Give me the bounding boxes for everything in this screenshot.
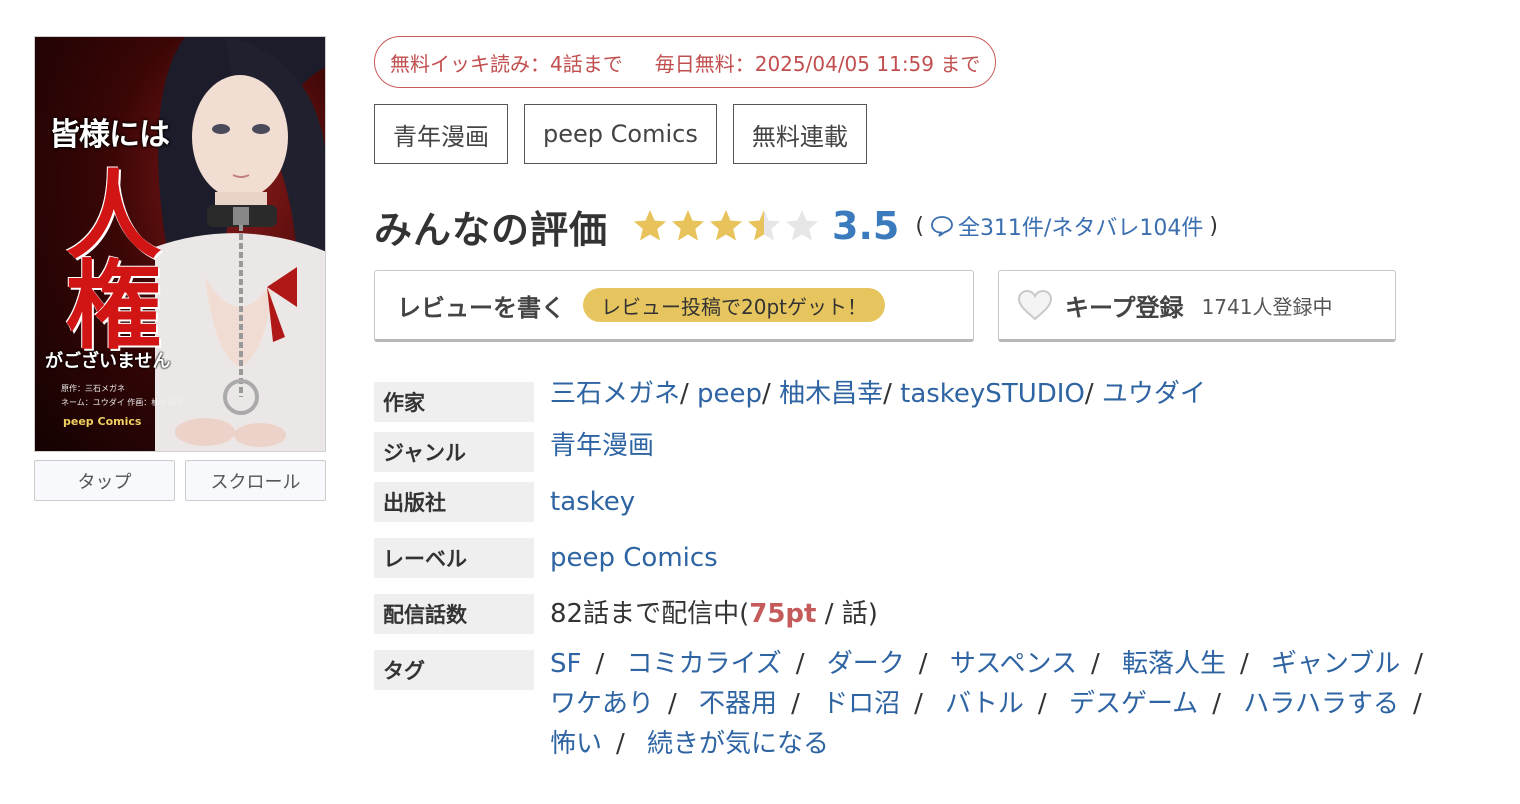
review-count-link[interactable]: 全311件/ネタバレ104件 <box>930 210 1203 242</box>
free-reading-badge: 無料イッキ読み：4話まで 毎日無料：2025/04/05 11:59 まで <box>374 36 997 88</box>
episodes-prefix: 82話まで配信中( <box>550 599 750 629</box>
info-key-label: レーベル <box>374 538 534 578</box>
tag-link[interactable]: ワケあり <box>550 689 654 719</box>
genre-value: 青年漫画 <box>550 426 654 472</box>
keep-button[interactable]: キープ登録 1741人登録中 <box>998 270 1396 342</box>
tag-separator: / <box>616 729 625 759</box>
tag-separator: / <box>1090 649 1100 679</box>
tag-separator: / <box>1037 689 1047 719</box>
daily-free-text: 毎日無料：2025/04/05 11:59 まで <box>654 51 981 76</box>
tag-link[interactable]: バトル <box>945 689 1024 719</box>
heart-icon <box>1017 289 1053 321</box>
info-row-episodes: 配信話数 82話まで配信中(75pt / 話) <box>374 594 1474 634</box>
keep-count: 1741人登録中 <box>1201 294 1333 319</box>
star-icon <box>748 210 781 241</box>
write-review-label: レビューを書く <box>397 293 565 322</box>
tag-separator: / <box>791 689 800 719</box>
close-paren: ) <box>1209 213 1218 239</box>
episode-price: 75pt <box>749 599 817 629</box>
publisher-value: taskey <box>550 482 635 522</box>
scroll-view-button[interactable]: スクロール <box>185 460 326 501</box>
star-icon <box>710 210 743 241</box>
rating-title: みんなの評価 <box>374 207 609 252</box>
review-count: ( 全311件/ネタバレ104件 ) <box>915 210 1218 242</box>
tag-separator: / <box>595 649 605 679</box>
tag-link[interactable]: 続きが気になる <box>647 729 829 759</box>
tag-free-serial[interactable]: 無料連載 <box>732 104 867 164</box>
cover-title-sub: がございません <box>45 351 171 372</box>
info-row-genre: ジャンル 青年漫画 <box>374 431 1474 472</box>
tag-link[interactable]: ドロ沼 <box>822 689 900 719</box>
tag-link[interactable]: ハラハラする <box>1243 689 1399 719</box>
tag-separator: / <box>795 649 805 679</box>
info-key-genre: ジャンル <box>374 432 534 472</box>
tag-separator: / <box>1240 649 1249 679</box>
tag-seinen[interactable]: 青年漫画 <box>374 104 508 164</box>
tag-separator: / <box>914 689 923 719</box>
tag-peep-comics[interactable]: peep Comics <box>524 104 717 164</box>
star-icon <box>786 210 819 241</box>
publisher-link[interactable]: taskey <box>550 487 635 517</box>
tag-link[interactable]: ギャンブル <box>1271 649 1400 679</box>
cover-image[interactable]: 皆様には 人権 がございません 原作：三石メガネ ネーム：ユウダイ 作画：柚木昌… <box>34 36 326 452</box>
tag-separator: / <box>1414 649 1424 679</box>
review-promo-badge: レビュー投稿で20ptゲット！ <box>583 288 885 322</box>
author-link[interactable]: peep <box>697 379 762 409</box>
info-row-publisher: 出版社 taskey <box>374 482 1474 522</box>
review-count-text: 全311件/ネタバレ104件 <box>957 216 1204 241</box>
tag-link[interactable]: デスゲーム <box>1069 689 1198 719</box>
author-link[interactable]: ユウダイ <box>1102 379 1206 409</box>
info-key-publisher: 出版社 <box>374 482 534 522</box>
tap-view-button[interactable]: タップ <box>34 460 175 501</box>
tag-separator: / <box>918 649 928 679</box>
cover-credits: 原作：三石メガネ ネーム：ユウダイ 作画：柚木昌幸 <box>61 382 183 410</box>
tag-link[interactable]: 怖い <box>550 729 602 759</box>
tag-separator: / <box>668 689 677 719</box>
info-row-tags: タグ SF / コミカライズ / ダーク / サスペンス / 転落人生 / ギャンブル / … <box>374 649 1474 764</box>
star-icon <box>672 210 705 241</box>
tag-link[interactable]: 転落人生 <box>1122 649 1226 679</box>
genre-link[interactable]: 青年漫画 <box>550 431 654 461</box>
star-rating <box>632 208 820 244</box>
tag-link[interactable]: SF <box>550 649 581 679</box>
info-row-author: 作家 三石メガネ/ peep/ 柚木昌幸/ taskeySTUDIO/ ユウダイ <box>374 379 1474 422</box>
tag-link[interactable]: ダーク <box>827 649 905 679</box>
info-key-episodes: 配信話数 <box>374 594 534 634</box>
tag-separator: / <box>1412 689 1422 719</box>
tag-link[interactable]: サスペンス <box>950 649 1077 679</box>
tag-link[interactable]: 不器用 <box>699 689 777 719</box>
label-link[interactable]: peep Comics <box>550 543 718 573</box>
episodes-value: 82話まで配信中(75pt / 話) <box>550 594 878 634</box>
author-link[interactable]: 三石メガネ <box>550 379 680 409</box>
author-list: 三石メガネ/ peep/ 柚木昌幸/ taskeySTUDIO/ ユウダイ <box>550 379 1206 409</box>
cover-title-small: 皆様には <box>49 117 170 153</box>
free-ikki-text: 無料イッキ読み：4話まで <box>390 51 623 76</box>
info-row-label: レーベル peep Comics <box>374 538 1474 578</box>
tag-separator: / <box>1212 689 1221 719</box>
info-key-tags: タグ <box>374 650 534 690</box>
cover-label-logo: peep Comics <box>63 415 142 428</box>
rating-value: 3.5 <box>832 204 900 248</box>
comment-icon <box>931 216 953 237</box>
episodes-suffix: / 話) <box>816 599 878 629</box>
cover-title-big: 人権 <box>49 165 162 345</box>
label-value: peep Comics <box>550 538 718 578</box>
cover-credit-line: ネーム：ユウダイ 作画：柚木昌幸 <box>61 398 184 407</box>
star-icon <box>634 210 667 241</box>
keep-label: キープ登録 <box>1065 293 1184 322</box>
view-mode-buttons: タップ スクロール <box>34 460 326 501</box>
author-link[interactable]: taskeySTUDIO <box>900 379 1085 409</box>
tag-link[interactable]: コミカライズ <box>627 649 782 679</box>
open-paren: ( <box>915 213 924 239</box>
category-tags: 青年漫画 peep Comics 無料連載 <box>374 104 867 164</box>
rating-section: みんなの評価 3.5 ( 全311件/ネタバレ104件 ) <box>374 196 1218 256</box>
author-link[interactable]: 柚木昌幸 <box>779 379 883 409</box>
tag-list: SF / コミカライズ / ダーク / サスペンス / 転落人生 / ギャンブル / ワケあ… <box>550 644 1460 764</box>
write-review-button[interactable]: レビューを書く レビュー投稿で20ptゲット！ <box>374 270 974 342</box>
info-key-author: 作家 <box>374 382 534 422</box>
cover-credit-line: 原作：三石メガネ <box>61 384 125 393</box>
